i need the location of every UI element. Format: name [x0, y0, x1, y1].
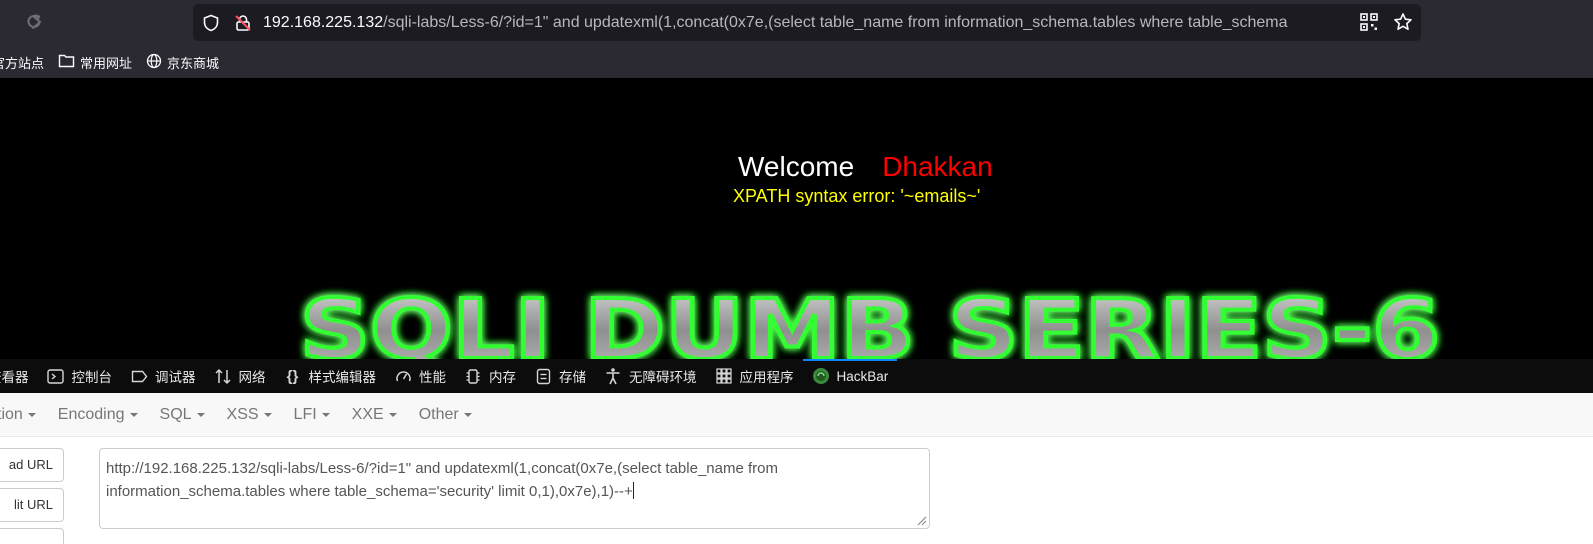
application-icon: [715, 367, 733, 385]
caret-down-icon: [321, 412, 330, 417]
load-url-button[interactable]: ad URL: [0, 448, 64, 482]
tab-label: 调试器: [155, 370, 196, 385]
caret-down-icon: [463, 412, 472, 417]
menu-label: Other: [418, 405, 459, 423]
devtools-tab-strip: 查看器 控制台 调试器 网络 {} 样式编辑器 性能 内存 存储 无障碍环境 应…: [0, 359, 1593, 393]
tab-inspector[interactable]: 查看器: [0, 359, 38, 393]
tab-label: 网络: [238, 370, 266, 385]
tab-debugger[interactable]: 调试器: [121, 359, 205, 393]
tab-label: 存储: [559, 370, 586, 385]
bookmark-official-site[interactable]: 官方站点: [0, 53, 44, 72]
accessibility-icon: [604, 367, 622, 385]
console-icon: [47, 367, 65, 385]
text-cursor: [632, 482, 634, 499]
tab-label: 内存: [489, 370, 516, 385]
url-text[interactable]: 192.168.225.132/sqli-labs/Less-6/?id=1" …: [263, 14, 1353, 32]
tab-performance[interactable]: 性能: [385, 359, 455, 393]
url-textarea[interactable]: http://192.168.225.132/sqli-labs/Less-6/…: [99, 448, 930, 529]
execute-button[interactable]: [0, 528, 64, 544]
menu-label: LFI: [293, 405, 317, 423]
tab-storage[interactable]: 存储: [525, 359, 595, 393]
caret-down-icon: [196, 412, 205, 417]
reload-icon[interactable]: [23, 12, 45, 34]
resize-grip-icon[interactable]: [915, 514, 927, 526]
globe-icon: [146, 53, 162, 72]
hackbar-icon: [812, 367, 830, 385]
tab-label: 样式编辑器: [308, 370, 377, 385]
tab-label: 无障碍环境: [629, 370, 697, 385]
folder-icon: [58, 53, 75, 71]
shield-icon[interactable]: [201, 13, 221, 33]
performance-icon: [394, 367, 412, 385]
bookmark-star-icon[interactable]: [1393, 12, 1413, 37]
bookmark-label: 官方站点: [0, 55, 45, 71]
tab-accessibility[interactable]: 无障碍环境: [595, 359, 706, 393]
menu-injection[interactable]: tion: [0, 406, 36, 424]
tab-label: 应用程序: [739, 370, 794, 385]
url-host: 192.168.225.132: [263, 13, 384, 31]
tab-label: 查看器: [0, 370, 29, 385]
welcome-heading: Welcome Dhakkan: [738, 151, 993, 183]
tab-style-editor[interactable]: {} 样式编辑器: [275, 359, 386, 393]
page-content: Welcome Dhakkan XPATH syntax error: '~ema…: [0, 78, 1593, 359]
bookmark-label: 京东商城: [167, 55, 220, 71]
menu-label: Encoding: [57, 405, 125, 423]
menu-other[interactable]: Other: [419, 406, 472, 424]
caret-down-icon: [388, 412, 397, 417]
url-path: /sqli-labs/Less-6/?id=1" and updatexml(1…: [383, 13, 1288, 31]
memory-icon: [464, 367, 482, 385]
tab-console[interactable]: 控制台: [38, 359, 122, 393]
tab-label: HackBar: [836, 368, 889, 384]
tab-network[interactable]: 网络: [205, 359, 275, 393]
menu-lfi[interactable]: LFI: [294, 406, 330, 424]
sqli-banner-image: SQLI DUMB SERIES-6: [290, 280, 1450, 359]
menu-label: SQL: [159, 405, 192, 423]
caret-down-icon: [263, 412, 272, 417]
bookmark-common-sites[interactable]: 常用网址: [58, 53, 132, 72]
welcome-label: Welcome: [738, 151, 855, 182]
browser-toolbar: 192.168.225.132/sqli-labs/Less-6/?id=1" …: [0, 0, 1593, 46]
bookmarks-bar: 官方站点 常用网址 京东商城: [0, 46, 1593, 78]
menu-label: XXE: [351, 405, 384, 423]
qr-code-icon[interactable]: [1359, 12, 1379, 37]
menu-label: XSS: [226, 405, 259, 423]
tab-memory[interactable]: 内存: [455, 359, 525, 393]
hackbar-menu: tion Encoding SQL XSS LFI XXE Other: [0, 393, 1593, 437]
url-bar[interactable]: 192.168.225.132/sqli-labs/Less-6/?id=1" …: [193, 4, 1421, 41]
menu-sql[interactable]: SQL: [160, 406, 205, 424]
debugger-icon: [130, 367, 148, 385]
menu-encoding[interactable]: Encoding: [58, 406, 138, 424]
tab-label: 性能: [419, 370, 446, 385]
menu-xxe[interactable]: XXE: [352, 406, 397, 424]
textarea-line-2-wrap: information_schema.tables where table_sc…: [106, 480, 923, 503]
insecure-lock-icon[interactable]: [233, 13, 253, 33]
menu-xss[interactable]: XSS: [227, 406, 272, 424]
banner-text: SQLI DUMB SERIES-6: [300, 283, 1440, 359]
caret-down-icon: [129, 412, 138, 417]
welcome-name: Dhakkan: [882, 151, 993, 182]
tab-hackbar[interactable]: HackBar: [802, 359, 898, 393]
textarea-line-2: information_schema.tables where table_sc…: [106, 483, 633, 500]
tab-application[interactable]: 应用程序: [706, 359, 803, 393]
hackbar-panel: tion Encoding SQL XSS LFI XXE Other ad U…: [0, 393, 1593, 544]
split-url-button[interactable]: lit URL: [0, 488, 64, 522]
style-editor-icon: {}: [286, 367, 299, 385]
bookmark-label: 常用网址: [80, 55, 133, 71]
network-icon: [214, 367, 232, 385]
caret-down-icon: [27, 412, 36, 417]
textarea-line-1: http://192.168.225.132/sqli-labs/Less-6/…: [106, 460, 778, 477]
tab-label: 控制台: [71, 370, 113, 385]
bookmark-jd-mall[interactable]: 京东商城: [146, 53, 219, 72]
xpath-error-message: XPATH syntax error: '~emails~': [733, 186, 981, 206]
menu-label: tion: [0, 405, 23, 423]
storage-icon: [534, 367, 552, 385]
